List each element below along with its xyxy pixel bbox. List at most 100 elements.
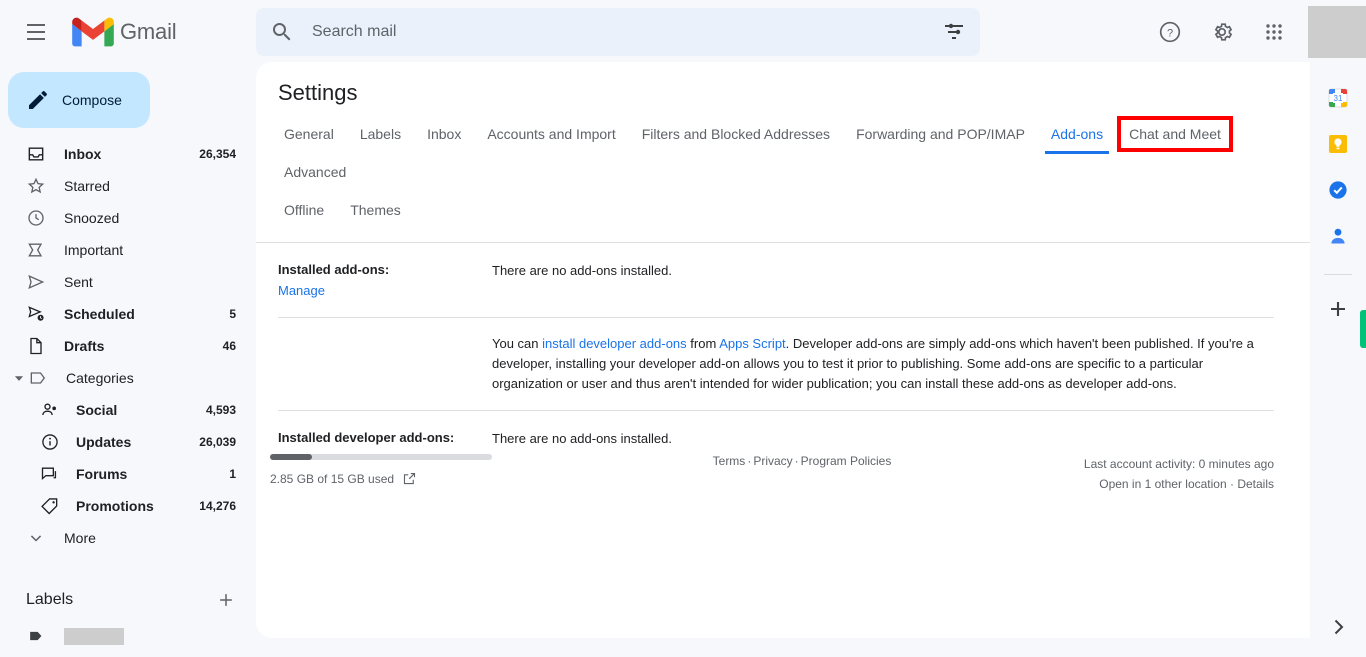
open-in-new-icon[interactable] [402, 471, 417, 486]
terms-link[interactable]: Terms [713, 454, 746, 468]
settings-footer: 2.85 GB of 15 GB used Terms · Privacy · Prog… [256, 448, 1310, 494]
sidebar: Compose Inbox 26,354 Starred Snoozed Imp… [0, 64, 256, 657]
sidebar-label: Snoozed [64, 210, 120, 226]
send-icon [28, 274, 45, 290]
last-account-activity: Last account activity: 0 minutes ago [1083, 457, 1274, 471]
installed-addons-label: Installed add-ons: Manage [278, 259, 492, 301]
gear-icon[interactable] [1202, 12, 1242, 52]
svg-text:?: ? [1167, 28, 1173, 40]
tab-accounts-and-import[interactable]: Accounts and Import [481, 122, 621, 146]
list-item[interactable] [0, 620, 256, 652]
sidebar-item-starred[interactable]: Starred [0, 170, 256, 202]
svg-text:31: 31 [1334, 94, 1343, 103]
installed-developer-addons-body: There are no add-ons installed. [492, 431, 672, 446]
compose-button[interactable]: Compose [8, 72, 150, 128]
sidebar-item-drafts[interactable]: Drafts 46 [0, 330, 256, 362]
storage-line: 2.85 GB of 15 GB used [270, 471, 600, 486]
sidebar-label: Sent [64, 274, 93, 290]
clock-icon [28, 210, 44, 226]
sidebar-item-social[interactable]: Social 4,593 [0, 394, 256, 426]
sidebar-count: 14,276 [199, 499, 236, 513]
developer-addons-info: You can install developer add-ons from A… [492, 334, 1274, 394]
sidebar-count: 5 [229, 307, 236, 321]
tab-add-ons[interactable]: Add-ons [1044, 122, 1110, 154]
sidebar-label: Promotions [76, 498, 154, 514]
manage-link[interactable]: Manage [278, 280, 492, 301]
gmail-m-icon [72, 17, 114, 47]
google-tasks-icon[interactable] [1326, 178, 1350, 202]
sidebar-label: Drafts [64, 338, 105, 354]
sidebar-item-categories[interactable]: Categories [0, 362, 256, 394]
sidebar-item-forums[interactable]: Forums 1 [0, 458, 256, 490]
sidebar-item-inbox[interactable]: Inbox 26,354 [0, 138, 256, 170]
search-bar[interactable] [256, 8, 980, 56]
status-indicator [1360, 310, 1366, 348]
avatar[interactable] [1308, 6, 1366, 58]
sidebar-label: Updates [76, 434, 132, 450]
help-circle-icon[interactable]: ? [1150, 12, 1190, 52]
label-name-redacted [64, 627, 124, 645]
tab-forwarding-and-pop-imap[interactable]: Forwarding and POP/IMAP [850, 122, 1031, 146]
apps-script-link[interactable]: Apps Script [719, 336, 785, 351]
program-policies-link[interactable]: Program Policies [801, 454, 892, 468]
footer-links: Terms · Privacy · Program Policies [600, 448, 1004, 468]
info-prefix: You can [492, 336, 543, 351]
tab-filters-and-blocked-addresses[interactable]: Filters and Blocked Addresses [636, 122, 836, 146]
settings-card: Settings General Labels Inbox Accounts a… [256, 62, 1310, 638]
sidebar-item-sent[interactable]: Sent [0, 266, 256, 298]
installed-addons-title: Installed add-ons: [278, 262, 390, 277]
sidebar-item-snoozed[interactable]: Snoozed [0, 202, 256, 234]
tab-offline[interactable]: Offline [278, 198, 330, 222]
sidebar-label: Inbox [64, 146, 102, 162]
installed-developer-addons-label: Installed developer add-ons: [278, 430, 455, 445]
google-keep-icon[interactable] [1326, 132, 1350, 156]
account-activity: Last account activity: 0 minutes ago Ope… [1004, 448, 1274, 494]
sidebar-item-scheduled[interactable]: Scheduled 5 [0, 298, 256, 330]
draft-icon [30, 337, 42, 355]
plus-icon[interactable] [1326, 297, 1350, 321]
header-actions: ? [1144, 0, 1366, 64]
google-contacts-icon[interactable] [1326, 224, 1350, 248]
inbox-icon [28, 147, 44, 161]
sidebar-label: Important [64, 242, 124, 258]
forum-icon [41, 467, 57, 481]
info-mid: from [686, 336, 720, 351]
sidebar-item-more[interactable]: More [0, 522, 256, 554]
star-icon [27, 177, 45, 194]
hamburger-menu-icon[interactable] [12, 8, 60, 56]
privacy-link[interactable]: Privacy [753, 454, 792, 468]
tab-advanced[interactable]: Advanced [278, 160, 352, 184]
tab-labels[interactable]: Labels [354, 122, 407, 146]
plus-icon[interactable] [216, 590, 236, 610]
sidebar-label: Forums [76, 466, 128, 482]
sidebar-item-updates[interactable]: Updates 26,039 [0, 426, 256, 458]
chevron-right-icon[interactable] [1326, 615, 1350, 639]
sidebar-item-promotions[interactable]: Promotions 14,276 [0, 490, 256, 522]
sidebar-count: 1 [229, 467, 236, 481]
label-filled-icon [30, 631, 42, 641]
tab-inbox[interactable]: Inbox [421, 122, 467, 146]
developer-addons-info-section: You can install developer add-ons from A… [256, 318, 1310, 410]
google-calendar-icon[interactable]: 31 [1326, 86, 1350, 110]
gmail-logo-text: Gmail [120, 19, 177, 44]
search-input[interactable] [312, 23, 942, 41]
install-developer-addons-link[interactable]: install developer add-ons [542, 336, 687, 351]
tune-filter-icon[interactable] [942, 20, 966, 44]
open-locations-details[interactable]: Open in 1 other location · Details [1004, 474, 1274, 494]
compose-label: Compose [62, 92, 122, 108]
tab-themes[interactable]: Themes [344, 198, 407, 222]
labels-header: Labels [0, 580, 256, 620]
apps-grid-icon[interactable] [1254, 12, 1294, 52]
divider [1324, 274, 1352, 275]
settings-tabs: General Labels Inbox Accounts and Import… [256, 106, 1310, 236]
installed-addons-section: Installed add-ons: Manage There are no a… [256, 243, 1310, 317]
sidebar-label: Social [76, 402, 118, 418]
tag-icon [41, 498, 58, 515]
people-icon [42, 403, 56, 416]
tab-chat-and-meet[interactable]: Chat and Meet [1117, 116, 1233, 152]
tab-general[interactable]: General [278, 122, 340, 146]
page-title: Settings [278, 80, 358, 105]
sidebar-count: 4,593 [205, 403, 236, 417]
sidebar-item-important[interactable]: Important [0, 234, 256, 266]
